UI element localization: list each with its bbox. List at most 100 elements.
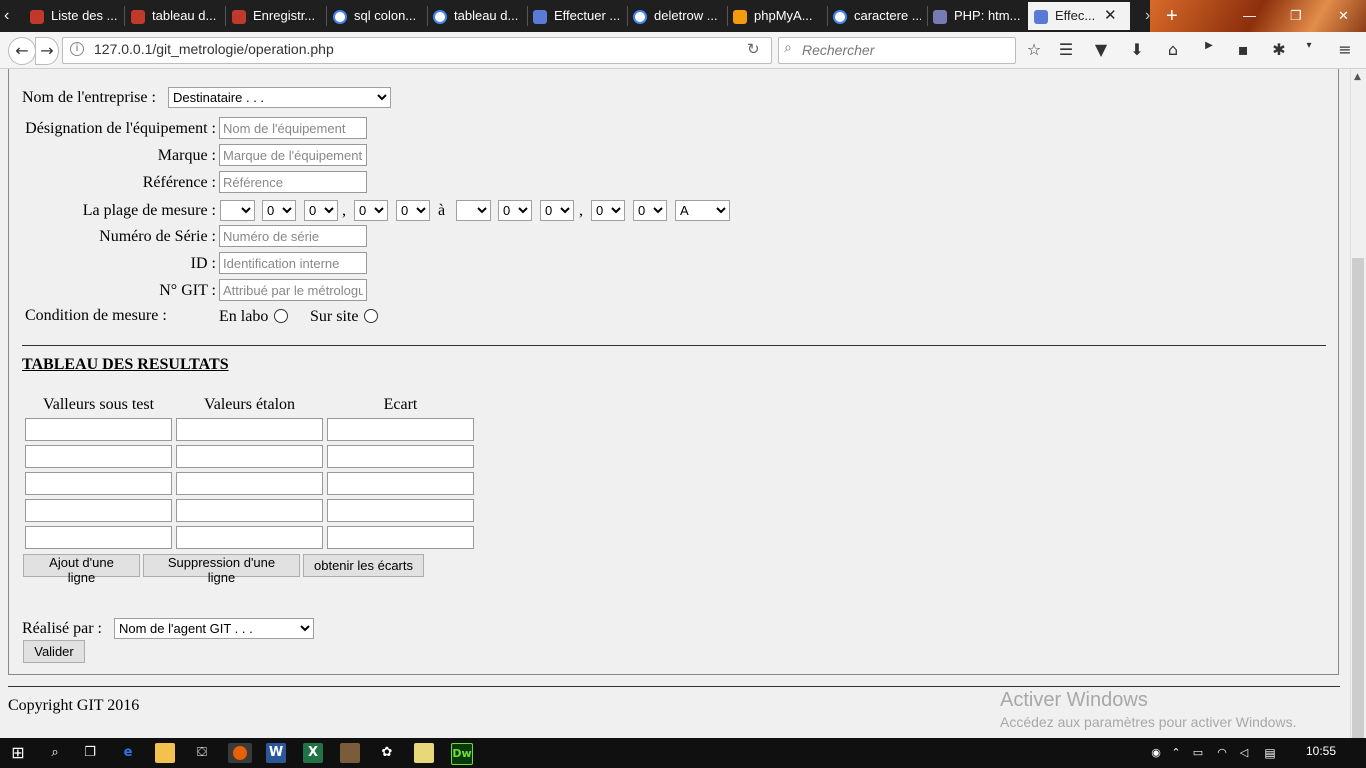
tab-3[interactable]: Enregistr... [232,2,320,30]
network-icon[interactable]: ▭ [1188,743,1208,763]
table-cell[interactable] [176,472,323,495]
minimize-icon[interactable]: — [1243,2,1259,30]
plage-select-1[interactable] [220,200,255,221]
add-row-button[interactable]: Ajout d'une ligne [23,554,140,585]
plage-select-6[interactable] [456,200,491,221]
tab-4[interactable]: sql colon... [333,2,421,30]
scroll-up-icon[interactable]: ▲ [1354,72,1361,82]
divider [22,345,1326,346]
table-cell[interactable] [327,499,474,522]
wifi-icon[interactable]: ◠ [1212,743,1232,763]
tray-app-icon[interactable]: ◉ [1146,743,1166,763]
reload-icon[interactable]: ↻ [747,40,760,58]
col-header-etalon: Valeurs étalon [203,396,296,413]
forward-arrow-icon[interactable]: → [35,37,59,65]
store-icon[interactable]: ⛋ [192,743,212,763]
table-cell[interactable] [25,445,172,468]
close-tab-icon[interactable]: ✕ [1104,2,1117,30]
table-cell[interactable] [176,526,323,549]
addon-icon[interactable]: ✱ [1268,40,1290,60]
agent-select[interactable]: Nom de l'agent GIT . . . [114,618,314,639]
tab-scroll-right-icon[interactable]: › [1145,2,1159,30]
labo-radio[interactable] [274,309,288,323]
search-icon[interactable]: ⌕ [45,743,65,763]
table-cell[interactable] [327,526,474,549]
new-tab-icon[interactable]: + [1166,2,1184,30]
table-cell[interactable] [327,445,474,468]
tab-9[interactable]: caractere ... [833,2,921,30]
plage-unit-select[interactable]: A [675,200,730,221]
git-input[interactable] [219,279,367,301]
notepad-icon[interactable] [414,743,434,763]
table-cell[interactable] [327,418,474,441]
watermark-title: Activer Windows [1000,689,1148,711]
table-cell[interactable] [176,445,323,468]
tab-active[interactable]: Effec... ✕ [1028,2,1130,30]
tab-5[interactable]: tableau d... [433,2,521,30]
tab-1[interactable]: Liste des ... [30,2,118,30]
table-cell[interactable] [176,499,323,522]
tab-10[interactable]: PHP: htm... [933,2,1021,30]
scrollbar-thumb[interactable] [1352,258,1364,738]
edge-icon[interactable]: e [118,743,138,763]
submit-button[interactable]: Valider [23,640,85,663]
app-icon [533,9,547,24]
plage-select-10[interactable]: 0 [633,200,667,221]
delete-row-button[interactable]: Suppression d'une ligne [143,554,300,585]
chevron-up-icon[interactable]: ⌃ [1166,743,1186,763]
table-cell[interactable] [327,472,474,495]
plage-select-2[interactable]: 0 [262,200,296,221]
word-icon[interactable]: W [266,743,286,763]
pocket-icon[interactable]: ▼ [1090,40,1112,60]
youtube-icon[interactable]: ▶ [1198,40,1220,60]
app-icon[interactable] [340,743,360,763]
home-icon[interactable]: ⌂ [1162,40,1184,60]
site-icon [232,9,246,24]
restore-icon[interactable]: ❐ [1290,2,1306,30]
firefox-icon[interactable] [228,743,252,763]
menu-icon[interactable]: ≡ [1334,40,1356,60]
file-explorer-icon[interactable] [155,743,175,763]
serie-input[interactable] [219,225,367,247]
task-view-icon[interactable]: ❐ [80,743,100,763]
plage-select-3[interactable]: 0 [304,200,338,221]
marque-input[interactable] [219,144,367,166]
entreprise-select[interactable]: Destinataire . . . [168,87,391,108]
id-input[interactable] [219,252,367,274]
table-cell[interactable] [25,499,172,522]
bookmark-star-icon[interactable]: ☆ [1023,40,1045,60]
plage-select-5[interactable]: 0 [396,200,430,221]
paint-icon[interactable]: ✿ [377,743,397,763]
tab-7[interactable]: deletrow ... [633,2,721,30]
info-icon[interactable]: i [70,42,84,56]
volume-icon[interactable]: ◁ [1234,743,1254,763]
windows-start-icon[interactable]: ⊞ [8,743,28,763]
close-window-icon[interactable]: ✕ [1338,2,1354,30]
site-radio[interactable] [364,309,378,323]
google-icon [633,9,647,24]
tab-6[interactable]: Effectuer ... [533,2,621,30]
clock[interactable]: 10:55 [1306,744,1336,758]
designation-input[interactable] [219,117,367,139]
tab-scroll-left-icon[interactable]: ‹ [4,2,18,30]
reference-input[interactable] [219,171,367,193]
excel-icon[interactable]: X [303,743,323,763]
reading-list-icon[interactable]: ☰ [1055,40,1077,60]
table-cell[interactable] [25,472,172,495]
notification-icon[interactable]: ▤ [1260,743,1280,763]
extension-icon[interactable]: ▪ [1232,40,1254,60]
overflow-arrow-icon[interactable]: ▾ [1298,40,1320,60]
tab-8[interactable]: phpMyA... [733,2,821,30]
back-arrow-icon[interactable]: ← [8,37,36,65]
plage-select-8[interactable]: 0 [540,200,574,221]
table-cell[interactable] [25,526,172,549]
dreamweaver-icon[interactable]: Dw [451,743,473,765]
table-cell[interactable] [176,418,323,441]
plage-select-7[interactable]: 0 [498,200,532,221]
plage-select-9[interactable]: 0 [591,200,625,221]
plage-select-4[interactable]: 0 [354,200,388,221]
compute-ecarts-button[interactable]: obtenir les écarts [303,554,424,577]
download-icon[interactable]: ⬇ [1126,40,1148,60]
tab-2[interactable]: tableau d... [131,2,219,30]
table-cell[interactable] [25,418,172,441]
